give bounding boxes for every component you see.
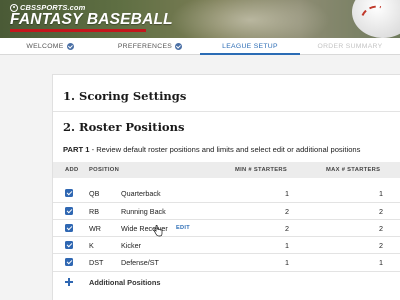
cbs-eye-icon [10, 3, 18, 12]
scoring-settings-heading[interactable]: 1. Scoring Settings [63, 89, 186, 103]
add-checkbox[interactable] [65, 189, 73, 197]
tab-order-summary: ORDER SUMMARY [300, 38, 400, 54]
plus-icon [65, 278, 73, 286]
roster-positions-heading: 2. Roster Positions [63, 120, 185, 134]
add-checkbox[interactable] [65, 241, 73, 249]
setup-steps-nav: WELCOME PREFERENCES LEAGUE SETUP ORDER S… [0, 38, 400, 55]
check-circle-icon [175, 42, 183, 50]
min-starters: 1 [285, 258, 289, 267]
header-banner: CBSSPORTS.com FANTASY BASEBALL [0, 0, 400, 38]
part-label: PART 1 [63, 145, 90, 154]
tab-label: ORDER SUMMARY [317, 42, 383, 50]
position-abbr: RB [89, 207, 99, 216]
min-starters: 2 [285, 207, 289, 216]
table-row: WR Wide Receiver EDIT 2 2 [53, 220, 400, 236]
max-starters: 2 [379, 241, 383, 250]
header-min-starters: MIN # STARTERS [235, 167, 288, 173]
tab-label: PREFERENCES [117, 42, 173, 50]
position-abbr: DST [89, 258, 104, 267]
max-starters: 2 [379, 224, 383, 233]
hand-cursor-icon [153, 225, 163, 237]
max-starters: 2 [379, 207, 383, 216]
add-checkbox[interactable] [65, 207, 73, 215]
check-circle-icon [66, 42, 74, 50]
min-starters: 1 [285, 241, 289, 250]
position-name: Kicker [121, 241, 141, 250]
tab-preferences[interactable]: PREFERENCES [100, 38, 200, 54]
edit-link[interactable]: EDIT [176, 225, 190, 231]
position-abbr: QB [89, 189, 100, 198]
logo-title: FANTASY BASEBALL [10, 11, 173, 28]
tab-label: LEAGUE SETUP [222, 42, 278, 50]
add-checkbox[interactable] [65, 258, 73, 266]
table-header: ADD POSITION MIN # STARTERS MAX # STARTE… [53, 162, 400, 178]
tab-label: WELCOME [26, 42, 64, 50]
header-add: ADD [65, 167, 79, 173]
additional-positions-label: Additional Positions [89, 278, 161, 287]
min-starters: 1 [285, 189, 289, 198]
divider [53, 111, 400, 112]
table-row: DST Defense/ST 1 1 [53, 254, 400, 270]
table-row: QB Quarterback 1 1 [53, 185, 400, 201]
additional-positions-button[interactable]: Additional Positions [53, 275, 400, 289]
tab-welcome[interactable]: WELCOME [0, 38, 100, 54]
page: CBSSPORTS.com FANTASY BASEBALL WELCOME P… [0, 0, 400, 300]
table-row: RB Running Back 2 2 [53, 203, 400, 219]
position-name: Running Back [121, 207, 166, 216]
position-abbr: WR [89, 224, 101, 233]
header-position: POSITION [89, 167, 120, 173]
position-name: Defense/ST [121, 258, 159, 267]
min-starters: 2 [285, 224, 289, 233]
row-divider [53, 271, 400, 272]
logo-stripe [10, 29, 146, 32]
table-row: K Kicker 1 2 [53, 237, 400, 253]
header-max-starters: MAX # STARTERS [326, 167, 381, 173]
part-text: - Review default roster positions and li… [89, 145, 361, 154]
max-starters: 1 [379, 189, 383, 198]
league-setup-card: 1. Scoring Settings 2. Roster Positions … [52, 74, 400, 300]
logo[interactable]: CBSSPORTS.com FANTASY BASEBALL [10, 3, 173, 32]
add-checkbox[interactable] [65, 224, 73, 232]
active-tab-indicator [200, 53, 300, 55]
tab-league-setup[interactable]: LEAGUE SETUP [200, 38, 300, 55]
position-abbr: K [89, 241, 94, 250]
max-starters: 1 [379, 258, 383, 267]
position-name: Quarterback [121, 189, 161, 198]
part-1-instructions: PART 1 - Review default roster positions… [63, 145, 360, 154]
